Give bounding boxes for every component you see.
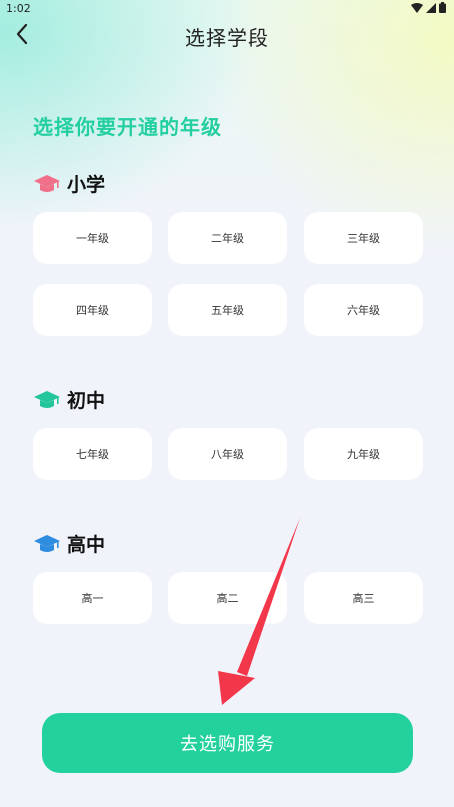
graduation-cap-icon	[34, 174, 60, 192]
grade-button-7[interactable]: 七年级	[33, 428, 152, 480]
section-junior-title: 初中	[33, 386, 105, 413]
section-label: 高中	[67, 534, 106, 556]
grade-button-5[interactable]: 五年级	[168, 284, 287, 336]
select-grade-heading: 选择你要开通的年级	[33, 115, 222, 139]
grade-button-2[interactable]: 二年级	[168, 212, 287, 264]
graduation-cap-icon	[34, 534, 60, 552]
section-label: 初中	[67, 390, 106, 412]
page-title: 选择学段	[185, 26, 269, 50]
grade-button-3[interactable]: 三年级	[304, 212, 423, 264]
grade-button-1[interactable]: 一年级	[33, 212, 152, 264]
signal-icon	[426, 2, 436, 13]
grade-button-senior-1[interactable]: 高一	[33, 572, 152, 624]
status-icons	[411, 2, 446, 13]
grade-button-6[interactable]: 六年级	[304, 284, 423, 336]
section-senior-title: 高中	[33, 530, 105, 557]
section-label: 小学	[67, 174, 106, 196]
header: 选择学段	[0, 18, 454, 54]
status-time: 1:02	[6, 2, 31, 15]
wifi-icon	[411, 2, 423, 13]
grade-button-senior-3[interactable]: 高三	[304, 572, 423, 624]
battery-icon	[439, 2, 446, 13]
grade-button-4[interactable]: 四年级	[33, 284, 152, 336]
go-buy-service-button[interactable]: 去选购服务	[42, 713, 413, 773]
grade-button-senior-2[interactable]: 高二	[168, 572, 287, 624]
grade-button-8[interactable]: 八年级	[168, 428, 287, 480]
grade-button-9[interactable]: 九年级	[304, 428, 423, 480]
graduation-cap-icon	[34, 390, 60, 408]
status-bar: 1:02	[0, 0, 454, 18]
section-primary-title: 小学	[33, 170, 105, 197]
